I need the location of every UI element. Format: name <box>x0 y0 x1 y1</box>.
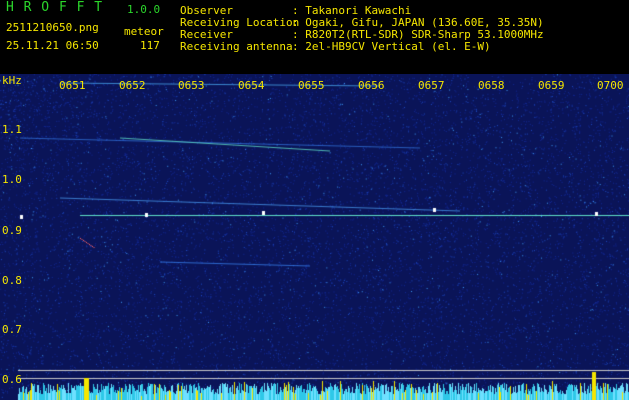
header-panel: H R O F F T 1.0.0 2511210650.png meteor … <box>0 0 629 74</box>
y-tick-0-7: 0.7 <box>2 323 22 336</box>
x-tick-0656: 0656 <box>358 79 385 92</box>
x-tick-0652: 0652 <box>119 79 146 92</box>
file-name: 2511210650.png <box>6 21 99 34</box>
y-tick-0-8: 0.8 <box>2 274 22 287</box>
y-tick-1-1: 1.1 <box>2 123 22 136</box>
x-tick-0653: 0653 <box>178 79 205 92</box>
app-version: 1.0.0 <box>127 3 161 16</box>
y-tick-0-9: 0.9 <box>2 224 22 237</box>
date-time: 25.11.21 06:50 <box>6 39 99 52</box>
antenna-label: Receiving antenna <box>180 40 293 53</box>
x-tick-0657: 0657 <box>418 79 445 92</box>
y-axis-unit: kHz <box>2 74 22 87</box>
x-tick-0654: 0654 <box>238 79 265 92</box>
app-name: H R O F F T <box>6 0 104 15</box>
y-tick-1-0: 1.0 <box>2 173 22 186</box>
x-tick-0658: 0658 <box>478 79 505 92</box>
meteor-count: 117 <box>140 39 160 52</box>
y-tick-0-6: 0.6 <box>2 373 22 386</box>
meteor-label: meteor <box>124 25 164 38</box>
x-tick-0655: 0655 <box>298 79 325 92</box>
spectrogram <box>0 74 629 400</box>
antenna-value: : 2el-HB9CV Vertical (el. E-W) <box>292 40 491 53</box>
x-tick-0700: 0700 <box>597 79 624 92</box>
x-tick-0651: 0651 <box>59 79 86 92</box>
x-tick-0659: 0659 <box>538 79 565 92</box>
